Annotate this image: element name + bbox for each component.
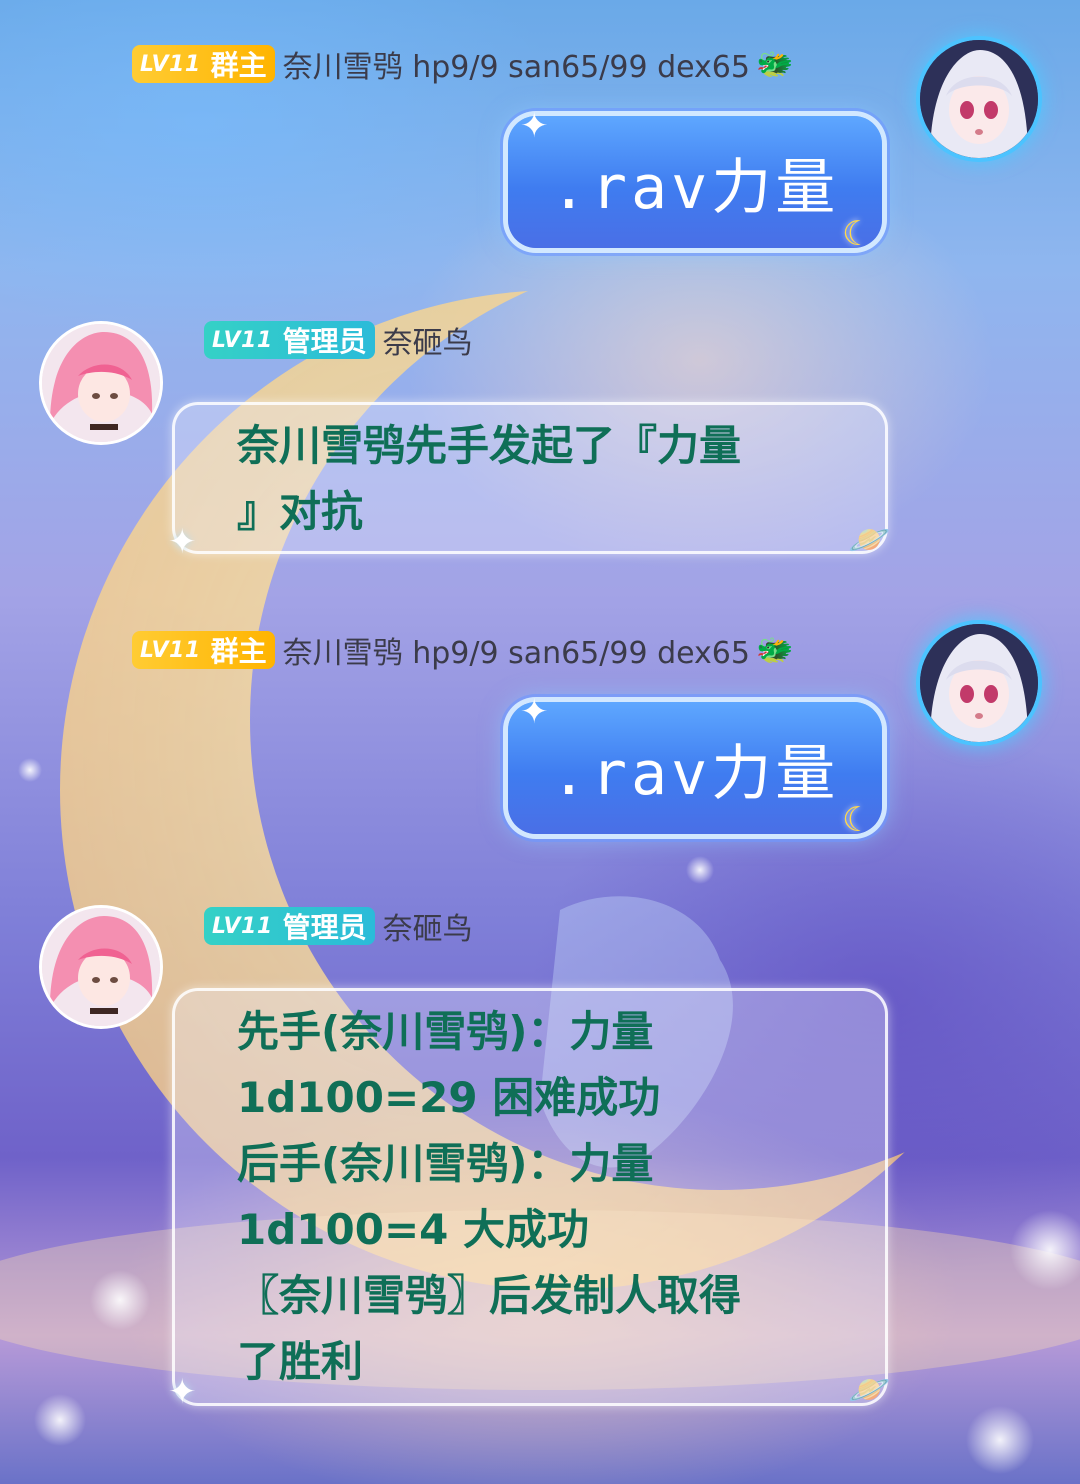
sender-nick[interactable]: 奈砸鸟 bbox=[383, 904, 473, 948]
sender-line: LV11 群主 奈川雪鸮 hp9/9 san65/99 dex65 🐲 bbox=[132, 42, 794, 86]
dragon-emoji-icon: 🐲 bbox=[756, 632, 794, 668]
pink-haired-girl-icon bbox=[42, 908, 160, 1026]
level-label: LV11 bbox=[140, 637, 201, 663]
message-bubble[interactable]: .rav力量 bbox=[508, 702, 882, 834]
message-bubble[interactable]: 奈川雪鸮先手发起了『力量 』对抗 bbox=[172, 402, 888, 554]
sparkle-icon: ✦ bbox=[168, 1372, 197, 1412]
level-label: LV11 bbox=[140, 51, 201, 77]
moon-icon: ☾ bbox=[842, 214, 873, 254]
dragon-emoji-icon: 🐲 bbox=[756, 46, 794, 82]
owner-badge: LV11 群主 bbox=[132, 45, 275, 83]
admin-badge: LV11 管理员 bbox=[204, 907, 375, 945]
level-label: LV11 bbox=[212, 327, 273, 353]
sender-nick[interactable]: 奈川雪鸮 hp9/9 san65/99 dex65 bbox=[283, 628, 750, 672]
message-bubble[interactable]: 先手(奈川雪鸮)：力量 1d100=29 困难成功 后手(奈川雪鸮)：力量 1d… bbox=[172, 988, 888, 1406]
sender-nick[interactable]: 奈川雪鸮 hp9/9 san65/99 dex65 bbox=[283, 42, 750, 86]
role-label: 管理员 bbox=[282, 325, 367, 358]
admin-avatar[interactable] bbox=[42, 324, 160, 442]
planet-icon: 🪐 bbox=[848, 1370, 891, 1410]
sender-line: LV11 管理员 奈砸鸟 bbox=[204, 318, 473, 362]
owner-avatar[interactable] bbox=[920, 40, 1038, 158]
pink-haired-girl-icon bbox=[42, 324, 160, 442]
owner-avatar[interactable] bbox=[920, 624, 1038, 742]
white-haired-girl-icon bbox=[920, 624, 1038, 742]
planet-icon: 🪐 bbox=[848, 520, 891, 560]
moon-icon: ☾ bbox=[842, 800, 873, 840]
constellation-icon: ✦ bbox=[520, 106, 549, 146]
constellation-icon: ✦ bbox=[520, 692, 549, 732]
sender-line: LV11 管理员 奈砸鸟 bbox=[204, 904, 473, 948]
owner-badge: LV11 群主 bbox=[132, 631, 275, 669]
level-label: LV11 bbox=[212, 913, 273, 939]
sender-line: LV11 群主 奈川雪鸮 hp9/9 san65/99 dex65 🐲 bbox=[132, 628, 794, 672]
role-label: 管理员 bbox=[282, 911, 367, 944]
role-label: 群主 bbox=[210, 49, 267, 82]
admin-badge: LV11 管理员 bbox=[204, 321, 375, 359]
message-bubble[interactable]: .rav力量 bbox=[508, 116, 882, 248]
role-label: 群主 bbox=[210, 635, 267, 668]
sparkle-icon: ✦ bbox=[168, 522, 197, 562]
white-haired-girl-icon bbox=[920, 40, 1038, 158]
admin-avatar[interactable] bbox=[42, 908, 160, 1026]
sender-nick[interactable]: 奈砸鸟 bbox=[383, 318, 473, 362]
